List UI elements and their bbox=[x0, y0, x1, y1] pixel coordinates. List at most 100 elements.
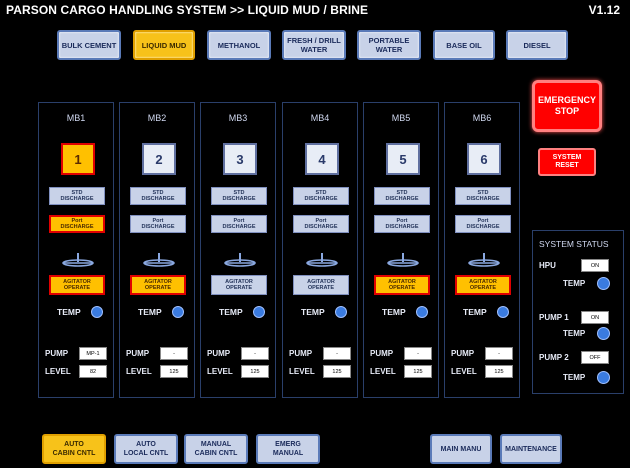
pump-value: - bbox=[160, 347, 188, 360]
temp-label: TEMP bbox=[463, 307, 487, 317]
mixer-name: MB6 bbox=[472, 113, 492, 123]
mixer-select-button[interactable]: 3 bbox=[223, 143, 257, 175]
tab-liquid-mud[interactable]: LIQUID MUD bbox=[133, 30, 195, 60]
emergency-stop-button[interactable]: EMERGENCY STOP bbox=[532, 80, 602, 132]
temp-indicator-icon bbox=[416, 306, 428, 318]
temp-indicator-icon bbox=[172, 306, 184, 318]
tab-bulk-cement[interactable]: BULK CEMENT bbox=[57, 30, 121, 60]
pump-value: - bbox=[404, 347, 432, 360]
pump2-temp-indicator-icon bbox=[597, 371, 610, 384]
pump-label: PUMP bbox=[370, 349, 394, 358]
std-discharge-button[interactable]: STD DISCHARGE bbox=[374, 187, 430, 205]
agitator-operate-button[interactable]: AGITATOR OPERATE bbox=[49, 275, 105, 295]
port-discharge-button[interactable]: Port DISCHARGE bbox=[374, 215, 430, 233]
temp-label: TEMP bbox=[138, 307, 162, 317]
port-discharge-button[interactable]: Port DISCHARGE bbox=[130, 215, 186, 233]
temp-indicator-icon bbox=[335, 306, 347, 318]
hpu-temp-label: TEMP bbox=[563, 279, 586, 288]
mixer-name: MB2 bbox=[147, 113, 167, 123]
mixer-panel-mb5: MB5 5 STD DISCHARGE Port DISCHARGE AGITA… bbox=[363, 102, 439, 398]
level-label: LEVEL bbox=[126, 367, 152, 376]
hpu-value: ON bbox=[581, 259, 609, 272]
version-label: V1.12 bbox=[588, 3, 620, 17]
hpu-label: HPU bbox=[539, 261, 556, 270]
emergency-manual-button[interactable]: EMERG MANUAL bbox=[256, 434, 320, 464]
agitator-operate-button[interactable]: AGITATOR OPERATE bbox=[374, 275, 430, 295]
port-discharge-button[interactable]: Port DISCHARGE bbox=[455, 215, 511, 233]
tab-methanol[interactable]: METHANOL bbox=[207, 30, 271, 60]
port-discharge-button[interactable]: Port DISCHARGE bbox=[293, 215, 349, 233]
system-reset-button[interactable]: SYSTEM RESET bbox=[538, 148, 596, 176]
main-menu-button[interactable]: MAIN MANU bbox=[430, 434, 492, 464]
level-value: 125 bbox=[485, 365, 513, 378]
mixer-select-button[interactable]: 2 bbox=[142, 143, 176, 175]
level-label: LEVEL bbox=[370, 367, 396, 376]
pump-value: - bbox=[485, 347, 513, 360]
temp-label: TEMP bbox=[219, 307, 243, 317]
hpu-temp-indicator-icon bbox=[597, 277, 610, 290]
tab-fresh-drill-water[interactable]: FRESH / DRILL WATER bbox=[282, 30, 346, 60]
port-discharge-button[interactable]: Port DISCHARGE bbox=[49, 215, 105, 233]
std-discharge-button[interactable]: STD DISCHARGE bbox=[49, 187, 105, 205]
pump-label: PUMP bbox=[289, 349, 313, 358]
manual-cabin-control-button[interactable]: MANUAL CABIN CNTL bbox=[184, 434, 248, 464]
system-status-panel: SYSTEM STATUS HPU ON TEMP PUMP 1 ON TEMP… bbox=[532, 230, 624, 394]
pump-value: - bbox=[323, 347, 351, 360]
level-label: LEVEL bbox=[289, 367, 315, 376]
tab-base-oil[interactable]: BASE OIL bbox=[433, 30, 495, 60]
level-value: 125 bbox=[323, 365, 351, 378]
agitator-mixer-icon bbox=[143, 253, 175, 267]
pump-label: PUMP bbox=[207, 349, 231, 358]
port-discharge-button[interactable]: Port DISCHARGE bbox=[211, 215, 267, 233]
std-discharge-button[interactable]: STD DISCHARGE bbox=[211, 187, 267, 205]
pump2-temp-label: TEMP bbox=[563, 373, 586, 382]
mixer-panel-mb4: MB4 4 STD DISCHARGE Port DISCHARGE AGITA… bbox=[282, 102, 358, 398]
mixer-name: MB4 bbox=[310, 113, 330, 123]
temp-label: TEMP bbox=[57, 307, 81, 317]
level-label: LEVEL bbox=[451, 367, 477, 376]
std-discharge-button[interactable]: STD DISCHARGE bbox=[293, 187, 349, 205]
pump2-value: OFF bbox=[581, 351, 609, 364]
auto-local-control-button[interactable]: AUTO LOCAL CNTL bbox=[114, 434, 178, 464]
pump-label: PUMP bbox=[451, 349, 475, 358]
auto-cabin-control-button[interactable]: AUTO CABIN CNTL bbox=[42, 434, 106, 464]
mixer-panel-mb3: MB3 3 STD DISCHARGE Port DISCHARGE AGITA… bbox=[200, 102, 276, 398]
mixer-select-button[interactable]: 1 bbox=[61, 143, 95, 175]
agitator-mixer-icon bbox=[387, 253, 419, 267]
mixer-select-button[interactable]: 4 bbox=[305, 143, 339, 175]
pump-value: MP-1 bbox=[79, 347, 107, 360]
pump-value: - bbox=[241, 347, 269, 360]
maintenance-button[interactable]: MAINTENANCE bbox=[500, 434, 562, 464]
mixer-name: MB5 bbox=[391, 113, 411, 123]
system-status-title: SYSTEM STATUS bbox=[539, 239, 609, 249]
agitator-operate-button[interactable]: AGITATOR OPERATE bbox=[130, 275, 186, 295]
agitator-operate-button[interactable]: AGITATOR OPERATE bbox=[455, 275, 511, 295]
level-label: LEVEL bbox=[207, 367, 233, 376]
agitator-mixer-icon bbox=[62, 253, 94, 267]
pump1-temp-label: TEMP bbox=[563, 329, 586, 338]
agitator-operate-button[interactable]: AGITATOR OPERATE bbox=[293, 275, 349, 295]
level-value: 125 bbox=[404, 365, 432, 378]
level-label: LEVEL bbox=[45, 367, 71, 376]
agitator-operate-button[interactable]: AGITATOR OPERATE bbox=[211, 275, 267, 295]
pump-label: PUMP bbox=[45, 349, 69, 358]
std-discharge-button[interactable]: STD DISCHARGE bbox=[130, 187, 186, 205]
mixer-select-button[interactable]: 5 bbox=[386, 143, 420, 175]
tab-portable-water[interactable]: PORTABLE WATER bbox=[357, 30, 421, 60]
mixer-panel-mb2: MB2 2 STD DISCHARGE Port DISCHARGE AGITA… bbox=[119, 102, 195, 398]
agitator-mixer-icon bbox=[224, 253, 256, 267]
pump-label: PUMP bbox=[126, 349, 150, 358]
page-title: PARSON CARGO HANDLING SYSTEM >> LIQUID M… bbox=[6, 3, 369, 17]
std-discharge-button[interactable]: STD DISCHARGE bbox=[455, 187, 511, 205]
temp-indicator-icon bbox=[497, 306, 509, 318]
level-value: 125 bbox=[241, 365, 269, 378]
pump2-label: PUMP 2 bbox=[539, 353, 569, 362]
tab-diesel[interactable]: DIESEL bbox=[506, 30, 568, 60]
agitator-mixer-icon bbox=[468, 253, 500, 267]
temp-indicator-icon bbox=[91, 306, 103, 318]
mixer-select-button[interactable]: 6 bbox=[467, 143, 501, 175]
temp-label: TEMP bbox=[382, 307, 406, 317]
mixer-name: MB1 bbox=[66, 113, 86, 123]
pump1-value: ON bbox=[581, 311, 609, 324]
mixer-name: MB3 bbox=[228, 113, 248, 123]
